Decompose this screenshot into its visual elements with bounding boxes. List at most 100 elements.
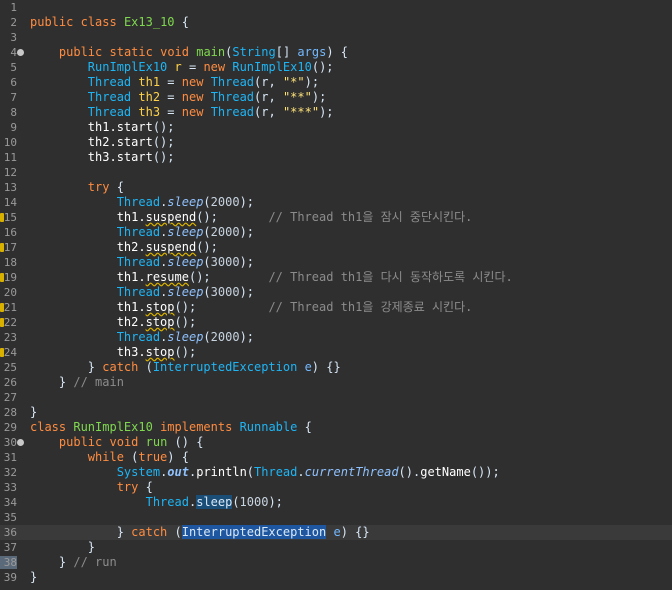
fold-toggle-icon[interactable] (17, 49, 24, 56)
code-line[interactable]: 5 RunImplEx10 r = new RunImplEx10(); (0, 60, 672, 75)
code-line[interactable]: 21 th1.stop(); // Thread th1을 강제종료 시킨다. (0, 300, 672, 315)
code-token: (); (196, 210, 269, 224)
code-token: { (109, 180, 124, 194)
code-token: Thread (116, 225, 161, 239)
code-line[interactable]: 26 } // main (0, 375, 672, 390)
line-number: 14 (3, 196, 17, 209)
fold-toggle-icon[interactable] (17, 439, 24, 446)
code-token: Thread (87, 75, 132, 89)
code-line[interactable]: 20 Thread.sleep(3000); (0, 285, 672, 300)
code-line[interactable]: 25 } catch (InterruptedException e) {} (0, 360, 672, 375)
code-token: ( (203, 255, 211, 269)
code-text: th2.start(); (30, 135, 175, 150)
warning-marker-icon[interactable] (0, 273, 4, 282)
line-number: 36 (3, 526, 17, 539)
code-line[interactable]: 34 Thread.sleep(1000); (0, 495, 672, 510)
code-line[interactable]: 18 Thread.sleep(3000); (0, 255, 672, 270)
code-line[interactable]: 9 th1.start(); (0, 120, 672, 135)
code-token: { (174, 15, 189, 29)
code-token: (r, (254, 105, 283, 119)
code-line[interactable]: 31 while (true) { (0, 450, 672, 465)
code-line[interactable]: 19 th1.resume(); // Thread th1을 다시 동작하도록… (0, 270, 672, 285)
code-token: public (30, 15, 74, 29)
code-line[interactable]: 24 th3.stop(); (0, 345, 672, 360)
code-line[interactable]: 13 try { (0, 180, 672, 195)
code-line[interactable]: 7 Thread th2 = new Thread(r, "**"); (0, 90, 672, 105)
warning-marker-icon[interactable] (0, 213, 4, 222)
line-number: 34 (3, 496, 17, 509)
code-line[interactable]: 14 Thread.sleep(2000); (0, 195, 672, 210)
code-line[interactable]: 27 (0, 390, 672, 405)
code-token: Ex13_10 (123, 15, 175, 29)
code-text: th3.stop(); (30, 345, 197, 360)
code-line[interactable]: 17 th2.suspend(); (0, 240, 672, 255)
code-comment: // Thread th1을 잠시 중단시킨다. (268, 210, 473, 224)
line-number: 9 (10, 121, 17, 134)
code-token: ); (239, 255, 255, 269)
code-token: 3000 (210, 255, 240, 269)
warning-marker-icon[interactable] (0, 318, 4, 327)
code-text: public static void main(String[] args) { (30, 45, 348, 60)
code-token: class (80, 15, 117, 29)
code-token: public (58, 45, 103, 59)
code-token: 2000 (210, 195, 240, 209)
code-text: th1.start(); (30, 120, 175, 135)
code-token: Thread (116, 285, 161, 299)
code-editor[interactable]: 1 2 public class Ex13_10 {3 4 public static… (0, 0, 672, 590)
code-line[interactable]: 6 Thread th1 = new Thread(r, "*"); (0, 75, 672, 90)
code-line[interactable]: 16 Thread.sleep(2000); (0, 225, 672, 240)
code-token: th2. (116, 315, 146, 329)
code-token: String (232, 45, 276, 59)
warning-marker-icon[interactable] (0, 243, 4, 252)
code-token: e (333, 525, 341, 539)
code-line[interactable]: 39} (0, 570, 672, 585)
code-token: th1. (116, 300, 146, 314)
warning-marker-icon[interactable] (0, 348, 4, 357)
code-line[interactable]: 28} (0, 405, 672, 420)
code-token: Thread (210, 105, 255, 119)
code-token: (). (398, 465, 421, 479)
warning-marker-icon[interactable] (0, 303, 4, 312)
code-line[interactable]: 15 th1.suspend(); // Thread th1을 잠시 중단시킨… (0, 210, 672, 225)
line-number: 30 (3, 436, 17, 449)
code-line[interactable]: 32 System.out.println(Thread.currentThre… (0, 465, 672, 480)
code-line[interactable]: 10 th2.start(); (0, 135, 672, 150)
code-token: Thread (210, 75, 255, 89)
code-line[interactable]: 11 th3.start(); (0, 150, 672, 165)
code-line[interactable]: 3 (0, 30, 672, 45)
code-line[interactable]: 36 } catch (InterruptedException e) {} (0, 525, 672, 540)
code-line[interactable]: 1 (0, 0, 672, 15)
code-line[interactable]: 23 Thread.sleep(2000); (0, 330, 672, 345)
line-number: 33 (3, 481, 17, 494)
code-line[interactable]: 22 th2.stop(); (0, 315, 672, 330)
code-line[interactable]: 8 Thread th3 = new Thread(r, "***"); (0, 105, 672, 120)
code-token: th1.start (87, 120, 153, 134)
code-line[interactable]: 37 } (0, 540, 672, 555)
code-line[interactable]: 12 (0, 165, 672, 180)
code-line[interactable]: 33 try { (0, 480, 672, 495)
code-comment: // main (73, 375, 124, 389)
code-line[interactable]: 29 class RunImplEx10 implements Runnable … (0, 420, 672, 435)
code-token: ) {} (311, 360, 341, 374)
code-line[interactable]: 30 public void run () { (0, 435, 672, 450)
code-token: ( (203, 225, 211, 239)
code-token: th1. (116, 210, 146, 224)
code-token: sleep (167, 225, 204, 239)
code-line[interactable]: 35 (0, 510, 672, 525)
code-token: [] (275, 45, 298, 59)
code-token: "*" (282, 75, 305, 89)
line-number: 3 (10, 31, 17, 44)
code-text: public class Ex13_10 { (30, 15, 189, 30)
code-line[interactable]: 4 public static void main(String[] args)… (0, 45, 672, 60)
code-token: args (297, 45, 327, 59)
line-number: 38 (3, 556, 17, 569)
line-number: 12 (3, 166, 17, 179)
code-line[interactable]: 2 public class Ex13_10 { (0, 15, 672, 30)
code-token: (); (174, 315, 197, 329)
code-line[interactable]: 38 } // run (0, 555, 672, 570)
